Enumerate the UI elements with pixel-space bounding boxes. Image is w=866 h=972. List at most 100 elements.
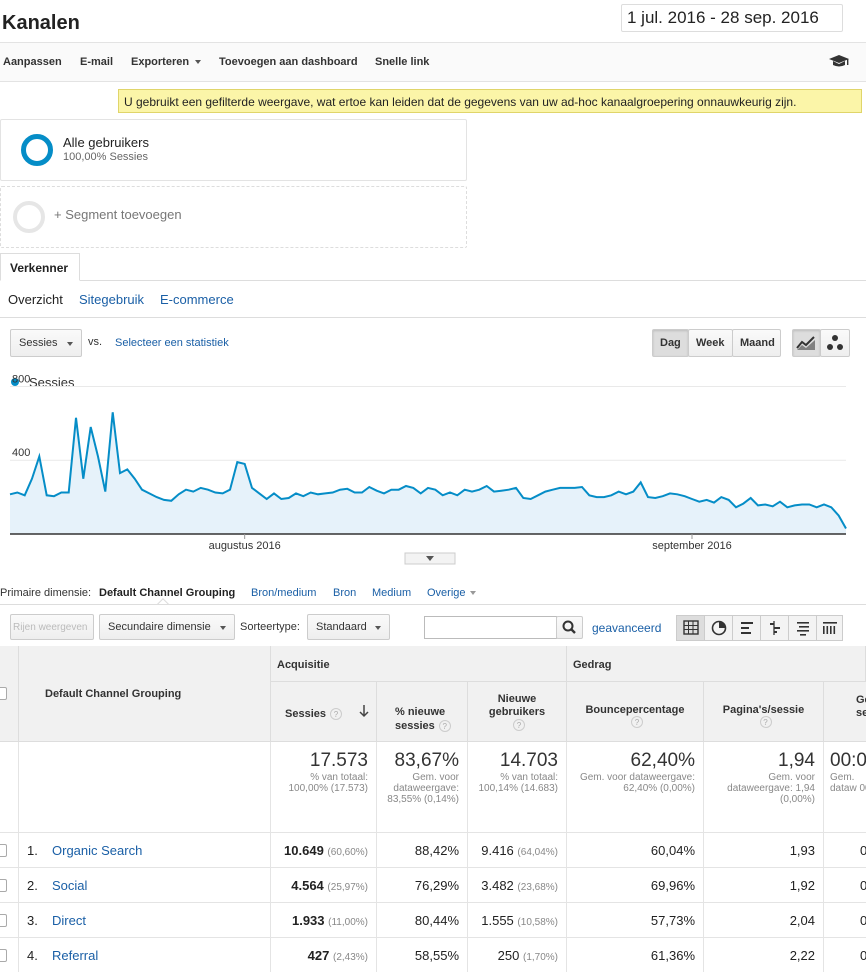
shortcut-button[interactable]: Snelle link [375,56,429,68]
select-metric-link[interactable]: Selecteer een statistiek [115,337,229,349]
chevron-down-icon [375,626,381,630]
date-range-picker[interactable]: 1 jul. 2016 - 28 sep. 2016 [621,4,843,32]
row-new-users-cell: 3.482 (23,68%) [468,868,567,903]
subtab-ecommerce[interactable]: E-commerce [160,292,234,307]
segment-ring-icon [21,134,53,166]
select-all-column [0,646,19,742]
row-new-users-cell: 9.416 (64,04%) [468,833,567,868]
y-tick-label: 800 [12,373,30,385]
bounce-header-label: Bouncepercentage [585,704,685,716]
row-checkbox[interactable] [0,844,7,857]
row-new-users: 250 [497,948,520,963]
email-button[interactable]: E-mail [80,56,113,68]
row-sessions: 1.933 [291,913,325,928]
dimension-column-header[interactable]: Default Channel Grouping [19,646,271,742]
channel-link[interactable]: Social [52,878,87,893]
row-sessions-pct: (2,43%) [332,952,368,963]
sort-type-select[interactable]: Standaard [307,614,390,640]
sessions-column-header[interactable]: Sessies? [271,682,377,742]
show-rows-button[interactable]: Rijen weergeven [10,614,94,640]
row-new-users-pct: (1,70%) [522,952,558,963]
row-sessions-pct: (25,97%) [327,882,368,893]
total-bounce-cell: 62,40% Gem. voor dataweergave: 62,40% (0,… [567,742,704,833]
row-rank: 3. [27,913,38,928]
dimension-source-medium[interactable]: Bron/medium [251,587,316,599]
metric-select[interactable]: Sessies [10,329,82,357]
row-check-cell [0,868,19,903]
graduation-cap-icon[interactable] [828,53,850,72]
row-duration-cell: 0 [824,833,866,868]
row-pages: 1,92 [789,878,815,893]
add-dashboard-button[interactable]: Toevoegen aan dashboard [219,56,358,68]
totals-label-cell [19,742,271,833]
primary-dimension-label: Primaire dimensie: [0,587,92,599]
row-dimension-cell: 4. Referral [19,938,271,972]
subtab-overview[interactable]: Overzicht [8,292,63,307]
comparison-view-icon[interactable] [761,616,789,640]
motion-chart-icon[interactable] [820,329,850,357]
select-all-checkbox[interactable] [0,687,7,700]
line-chart-icon[interactable] [792,329,821,357]
search-icon [562,620,576,634]
dimension-divider [0,604,866,605]
period-day-button[interactable]: Dag [652,329,689,357]
help-icon[interactable]: ? [759,716,772,729]
search-button[interactable] [556,616,583,639]
table-view-icon[interactable] [677,616,705,640]
row-pages: 2,04 [789,913,815,928]
dimension-source[interactable]: Bron [333,587,356,599]
sort-arrow-down-icon[interactable] [359,704,369,718]
row-duration-cell: 0 [824,868,866,903]
tab-explorer[interactable]: Verkenner [0,253,80,281]
dimension-medium[interactable]: Medium [372,587,411,599]
row-new-sessions-cell: 76,29% [377,868,468,903]
pivot-view-icon[interactable] [817,616,843,640]
secondary-dimension-select[interactable]: Secundaire dimensie [99,614,235,640]
total-note: Gem. voor dataweergave: 62,40% (0,00%) [579,772,695,794]
pages-column-header[interactable]: Pagina's/sessie? [704,682,824,742]
row-checkbox[interactable] [0,914,7,927]
subtab-site-usage[interactable]: Sitegebruik [79,292,144,307]
pages-header-label: Pagina's/sessie [722,704,805,716]
advanced-filter-link[interactable]: geavanceerd [592,621,661,635]
row-new-sessions: 88,42% [414,843,459,858]
export-button[interactable]: Exporteren [131,56,202,68]
row-sessions: 10.649 [284,843,324,858]
view-switcher [676,615,843,641]
new-users-column-header[interactable]: Nieuwe gebruikers? [468,682,567,742]
channel-link[interactable]: Referral [52,948,98,963]
help-icon[interactable]: ? [513,719,525,732]
sessions-chart: Sessies800 400 augustus 2016 september 2016 [9,373,847,565]
channel-link[interactable]: Direct [52,913,86,928]
term-cloud-icon[interactable] [789,616,817,640]
dimension-other-label: Overige [427,587,466,599]
totals-check-cell [0,742,19,833]
performance-view-icon[interactable] [733,616,761,640]
duration-column-header[interactable]: Ge sessi [824,682,866,742]
pie-view-icon[interactable] [705,616,733,640]
row-checkbox[interactable] [0,879,7,892]
period-month-button[interactable]: Maand [732,329,781,357]
period-week-button[interactable]: Week [688,329,733,357]
add-segment-label: + Segment toevoegen [54,207,182,222]
total-value: 1,94 [778,750,815,771]
help-icon[interactable]: ? [438,720,451,733]
table-search-input[interactable] [424,616,557,639]
row-duration: 0 [860,948,866,963]
help-icon[interactable]: ? [329,708,342,721]
row-checkbox[interactable] [0,949,7,962]
row-sessions-cell: 10.649 (60,60%) [271,833,377,868]
segment-all-users[interactable]: Alle gebruikers 100,00% Sessies [0,119,467,181]
channel-link[interactable]: Organic Search [52,843,142,858]
bounce-column-header[interactable]: Bouncepercentage? [567,682,704,742]
dimension-other[interactable]: Overige [427,587,476,599]
row-rank: 4. [27,948,38,963]
total-note: % van totaal: 100,00% (17.573) [288,772,368,794]
add-segment-button[interactable]: + Segment toevoegen [0,186,467,248]
secondary-dimension-label: Secundaire dimensie [108,621,211,633]
help-icon[interactable]: ? [631,716,643,729]
new-sessions-column-header[interactable]: % nieuwe sessies? [377,682,468,742]
customize-button[interactable]: Aanpassen [3,56,62,68]
total-pages-cell: 1,94 Gem. voor dataweergave: 1,94 (0,00%) [704,742,824,833]
row-duration: 0 [860,843,866,858]
